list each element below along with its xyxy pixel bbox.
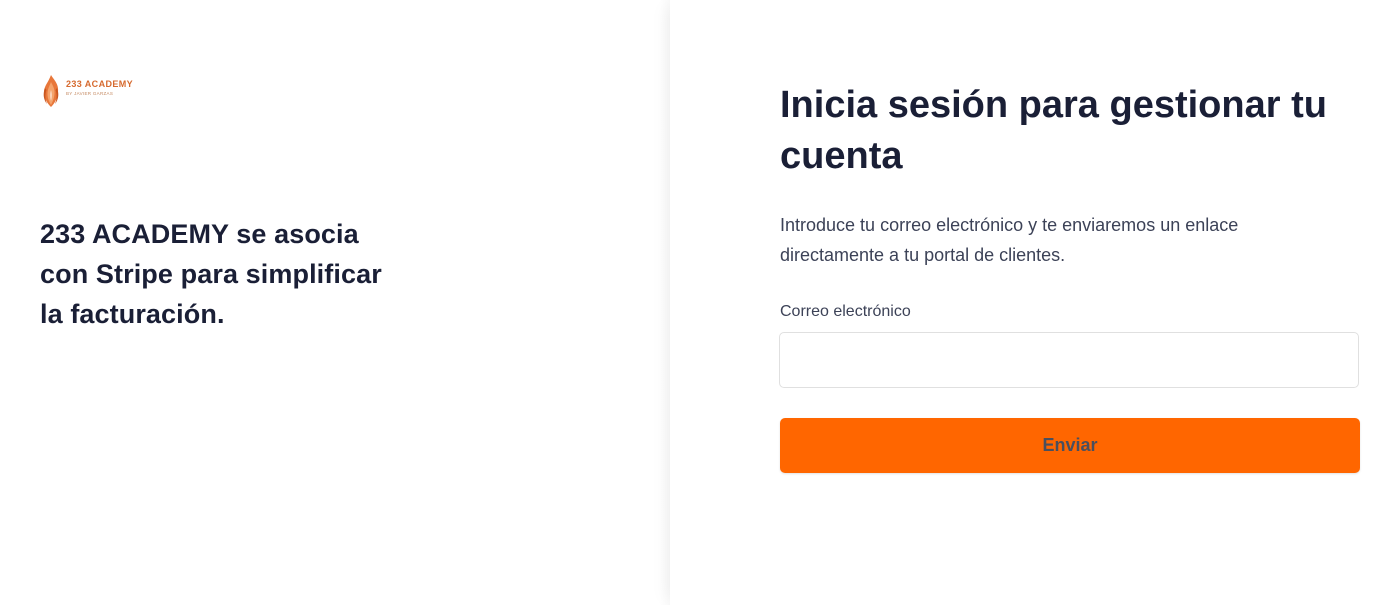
brand-logo: 233 ACADEMY BY JAVIER GARZAS (40, 74, 133, 108)
left-pane: 233 ACADEMY BY JAVIER GARZAS 233 ACADEMY… (0, 0, 670, 605)
email-input[interactable] (779, 332, 1359, 388)
brand-subtitle: BY JAVIER GARZAS (66, 90, 114, 96)
billing-tagline: 233 ACADEMY se asocia con Stripe para si… (40, 219, 382, 329)
brand-logo-text: 233 ACADEMY BY JAVIER GARZAS (66, 78, 134, 97)
email-label: Correo electrónico (780, 303, 911, 320)
login-pane: Inicia sesión para gestionar tu cuenta I… (670, 0, 1380, 605)
login-heading: Inicia sesión para gestionar tu cuenta (780, 84, 1327, 177)
flame-icon (43, 75, 59, 107)
login-description: Introduce tu correo electrónico y te env… (780, 215, 1239, 265)
brand-name: 233 ACADEMY (66, 78, 134, 89)
submit-button[interactable]: Enviar (780, 418, 1360, 473)
